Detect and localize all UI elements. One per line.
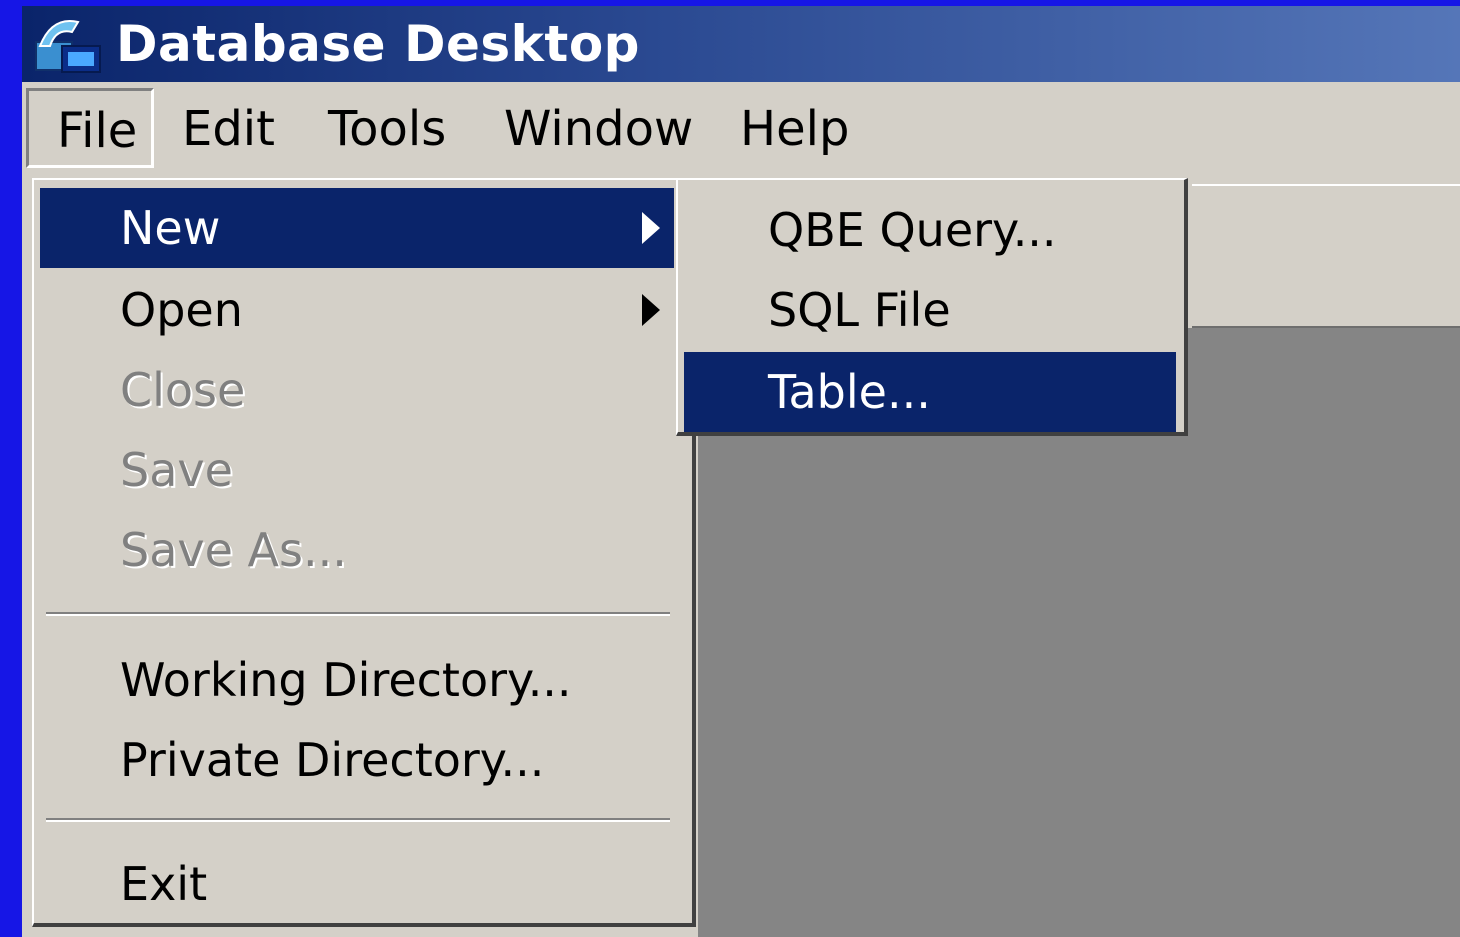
menu-item-label: Working Directory...: [120, 653, 572, 707]
database-desktop-icon: [35, 20, 101, 73]
menu-separator: [46, 612, 670, 616]
menu-item-label: Close: [120, 363, 246, 417]
file-menu-item-close: Close: [40, 350, 674, 430]
menu-item-label: Save As...: [120, 523, 347, 577]
menu-item-label: SQL File: [768, 283, 951, 337]
submenu-item-table[interactable]: Table...: [684, 352, 1176, 432]
menu-help[interactable]: Help: [740, 92, 849, 166]
title-bar[interactable]: Database Desktop: [22, 6, 1460, 82]
menu-item-label: Open: [120, 283, 243, 337]
file-menu-item-save: Save: [40, 430, 674, 510]
file-menu-item-open[interactable]: Open: [40, 270, 674, 350]
menu-file[interactable]: File: [26, 88, 154, 168]
menu-window[interactable]: Window: [504, 92, 693, 166]
new-submenu: QBE Query... SQL File Table...: [676, 178, 1188, 436]
menu-item-label: Save: [120, 443, 233, 497]
submenu-item-qbe-query[interactable]: QBE Query...: [684, 190, 1176, 270]
submenu-item-sql-file[interactable]: SQL File: [684, 270, 1176, 350]
menu-edit[interactable]: Edit: [182, 92, 275, 166]
submenu-arrow-icon: [642, 212, 660, 244]
menu-item-label: Private Directory...: [120, 733, 545, 787]
toolbar-area: [1192, 184, 1460, 330]
menu-separator: [46, 818, 670, 822]
window-title: Database Desktop: [116, 15, 640, 73]
menu-item-label: Exit: [120, 857, 208, 911]
menu-item-label: New: [120, 201, 221, 255]
menu-tools[interactable]: Tools: [328, 92, 446, 166]
app-window: Database Desktop File Edit Tools Window …: [22, 6, 1460, 937]
menu-bar: File Edit Tools Window Help: [22, 82, 1460, 176]
file-menu-item-working-directory[interactable]: Working Directory...: [40, 640, 674, 720]
menu-item-label: Table...: [768, 365, 931, 419]
file-dropdown-menu: New Open Close Save Save As... Working D…: [32, 178, 696, 927]
file-menu-item-exit[interactable]: Exit: [40, 844, 674, 924]
menu-item-label: QBE Query...: [768, 203, 1057, 257]
file-menu-item-private-directory[interactable]: Private Directory...: [40, 720, 674, 800]
submenu-arrow-icon: [642, 294, 660, 326]
file-menu-item-new[interactable]: New: [40, 188, 674, 268]
file-menu-item-save-as: Save As...: [40, 510, 674, 590]
